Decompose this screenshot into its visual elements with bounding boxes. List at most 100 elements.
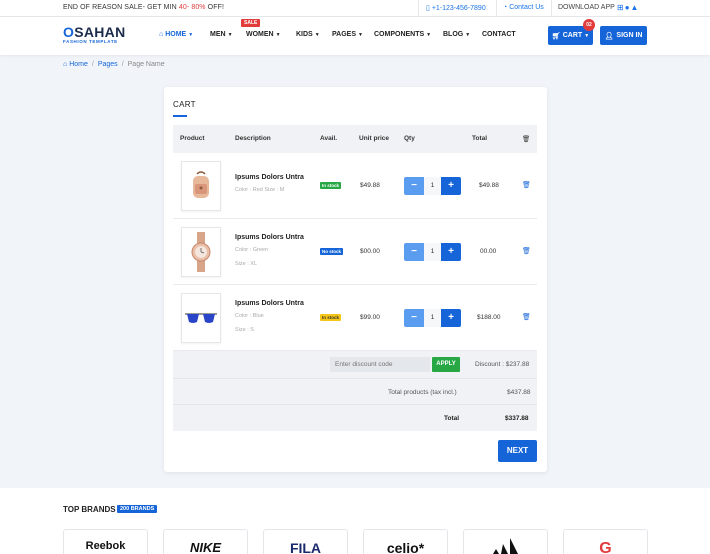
total-value: $337.88 <box>505 415 529 422</box>
col-avail: Avail. <box>320 135 338 142</box>
subtotal-row: Total products (tax incl.) $437.88 <box>173 379 537 405</box>
chevron-down-icon: ▼ <box>314 32 320 38</box>
divider <box>496 0 497 17</box>
brand-card[interactable]: Reebok <box>63 529 148 554</box>
title-underline <box>173 115 187 117</box>
breadcrumb-pages[interactable]: Pages <box>98 61 118 68</box>
brand-logo: celio* <box>386 540 425 554</box>
chevron-down-icon: ▼ <box>227 32 233 38</box>
increase-button[interactable]: + <box>441 177 461 195</box>
table-row: Ipsums Dolors Untra Color : Red Size : M… <box>173 153 537 219</box>
product-name[interactable]: Ipsums Dolors Untra <box>235 234 304 241</box>
brand-logo: Reebok <box>85 540 126 552</box>
line-total: 00.00 <box>480 248 497 255</box>
product-image-backpack[interactable] <box>181 161 221 211</box>
divider <box>418 0 419 17</box>
home-icon: ⌂ <box>63 61 68 68</box>
cart-title: CART <box>173 100 196 109</box>
trash-icon[interactable]: 🗑︎ <box>522 247 531 255</box>
divider <box>551 0 552 17</box>
cart-icon: 🛒︎ <box>551 32 561 40</box>
nav-components[interactable]: COMPONENTS ▼ <box>374 31 431 38</box>
product-name[interactable]: Ipsums Dolors Untra <box>235 174 304 181</box>
quantity-value[interactable]: 1 <box>424 243 441 261</box>
breadcrumb: ⌂ Home / Pages / Page Name <box>63 61 165 68</box>
quantity-value[interactable]: 1 <box>424 177 441 195</box>
brand-card[interactable]: celio* <box>363 529 448 554</box>
nav-home[interactable]: ⌂ HOME ▼ <box>159 31 193 38</box>
quantity-stepper: − 1 + <box>404 177 461 195</box>
decrease-button[interactable]: − <box>404 243 424 261</box>
nav-blog[interactable]: BLOG ▼ <box>443 31 470 38</box>
table-row: Ipsums Dolors Untra Color : Green Size :… <box>173 219 537 285</box>
trash-icon[interactable]: 🗑︎ <box>522 313 531 321</box>
chevron-down-icon: ▼ <box>465 32 471 38</box>
brand-logo: FILA <box>289 540 322 554</box>
apply-button[interactable]: APPLY <box>432 357 460 372</box>
nav-kids[interactable]: KIDS ▼ <box>296 31 320 38</box>
nav-contact[interactable]: CONTACT <box>482 31 516 38</box>
total-row: Total $337.88 <box>173 405 537 431</box>
user-icon: 👤︎ <box>604 32 614 40</box>
next-button[interactable]: NEXT <box>498 440 537 462</box>
brands-title: TOP BRANDS <box>63 505 116 514</box>
discount-code-input[interactable] <box>330 357 430 372</box>
chevron-down-icon: ▼ <box>426 32 432 38</box>
brand-card[interactable] <box>463 529 548 554</box>
chevron-down-icon: ▼ <box>584 32 590 39</box>
logo[interactable]: OSAHAN FASHION TEMPLATE <box>63 24 125 44</box>
unit-price: $00.00 <box>360 248 380 255</box>
navbar: OSAHAN FASHION TEMPLATE ⌂ HOME ▼ MEN ▼ SAL… <box>0 17 710 55</box>
phone-icon: ▯ <box>426 5 430 12</box>
decrease-button[interactable]: − <box>404 309 424 327</box>
app-store-icons[interactable]: ⊞●▲ <box>617 3 639 12</box>
brand-card[interactable]: FILA <box>263 529 348 554</box>
col-total: Total <box>472 135 488 142</box>
chevron-down-icon: ▼ <box>188 32 194 38</box>
brands-count-badge: 200 BRANDS <box>117 505 158 513</box>
brand-card[interactable]: NIKE <box>163 529 248 554</box>
promo-suffix: OFF! <box>205 4 225 11</box>
product-image-watch[interactable] <box>181 227 221 277</box>
trash-icon[interactable]: 🗑︎ <box>522 135 530 143</box>
line-total: $188.00 <box>477 314 501 321</box>
sign-in-button[interactable]: 👤︎ SIGN IN <box>600 26 647 45</box>
chevron-down-icon: ▼ <box>275 32 281 38</box>
unit-price: $49.88 <box>360 182 380 189</box>
increase-button[interactable]: + <box>441 309 461 327</box>
download-app-label: DOWNLOAD APP <box>558 4 615 11</box>
phone-link[interactable]: ▯ +1-123-456-7890 <box>426 4 486 12</box>
product-image-sunglasses[interactable] <box>181 293 221 343</box>
nav-men[interactable]: MEN ▼ <box>210 31 233 38</box>
cart-table-header: Product Description Avail. Unit price Qt… <box>173 125 537 153</box>
logo-subtitle: FASHION TEMPLATE <box>63 39 118 44</box>
total-products-label: Total products (tax incl.) <box>388 389 457 396</box>
promo-highlight: 40- 80% <box>178 4 206 11</box>
discount-row: APPLY Discount : $237.88 <box>173 351 537 379</box>
nav-pages[interactable]: PAGES ▼ <box>332 31 363 38</box>
line-total: $49.88 <box>479 182 499 189</box>
breadcrumb-home[interactable]: ⌂ Home <box>63 61 88 68</box>
nav-women[interactable]: WOMEN ▼ <box>246 31 281 38</box>
trash-icon[interactable]: 🗑︎ <box>522 181 531 189</box>
product-name[interactable]: Ipsums Dolors Untra <box>235 300 304 307</box>
stock-badge: In stock <box>320 314 342 321</box>
col-description: Description <box>235 135 271 142</box>
contact-link[interactable]: ◔ Contact Us <box>503 4 544 11</box>
quantity-value[interactable]: 1 <box>424 309 441 327</box>
sunglasses-image <box>185 313 217 323</box>
adidas-stripes-icon <box>492 538 518 554</box>
logo-o: O <box>63 24 75 40</box>
decrease-button[interactable]: − <box>404 177 424 195</box>
brand-card[interactable]: G <box>563 529 648 554</box>
cart-count-badge: 02 <box>583 19 595 31</box>
windows-icon[interactable]: ⊞ <box>617 3 625 12</box>
watch-image <box>191 232 211 272</box>
brand-logo: G <box>599 540 612 554</box>
quantity-stepper: − 1 + <box>404 243 461 261</box>
contact-label: Contact Us <box>509 4 544 11</box>
android-icon[interactable]: ▲ <box>631 3 640 12</box>
increase-button[interactable]: + <box>441 243 461 261</box>
backpack-image <box>193 171 209 198</box>
breadcrumb-current: Page Name <box>127 61 165 68</box>
